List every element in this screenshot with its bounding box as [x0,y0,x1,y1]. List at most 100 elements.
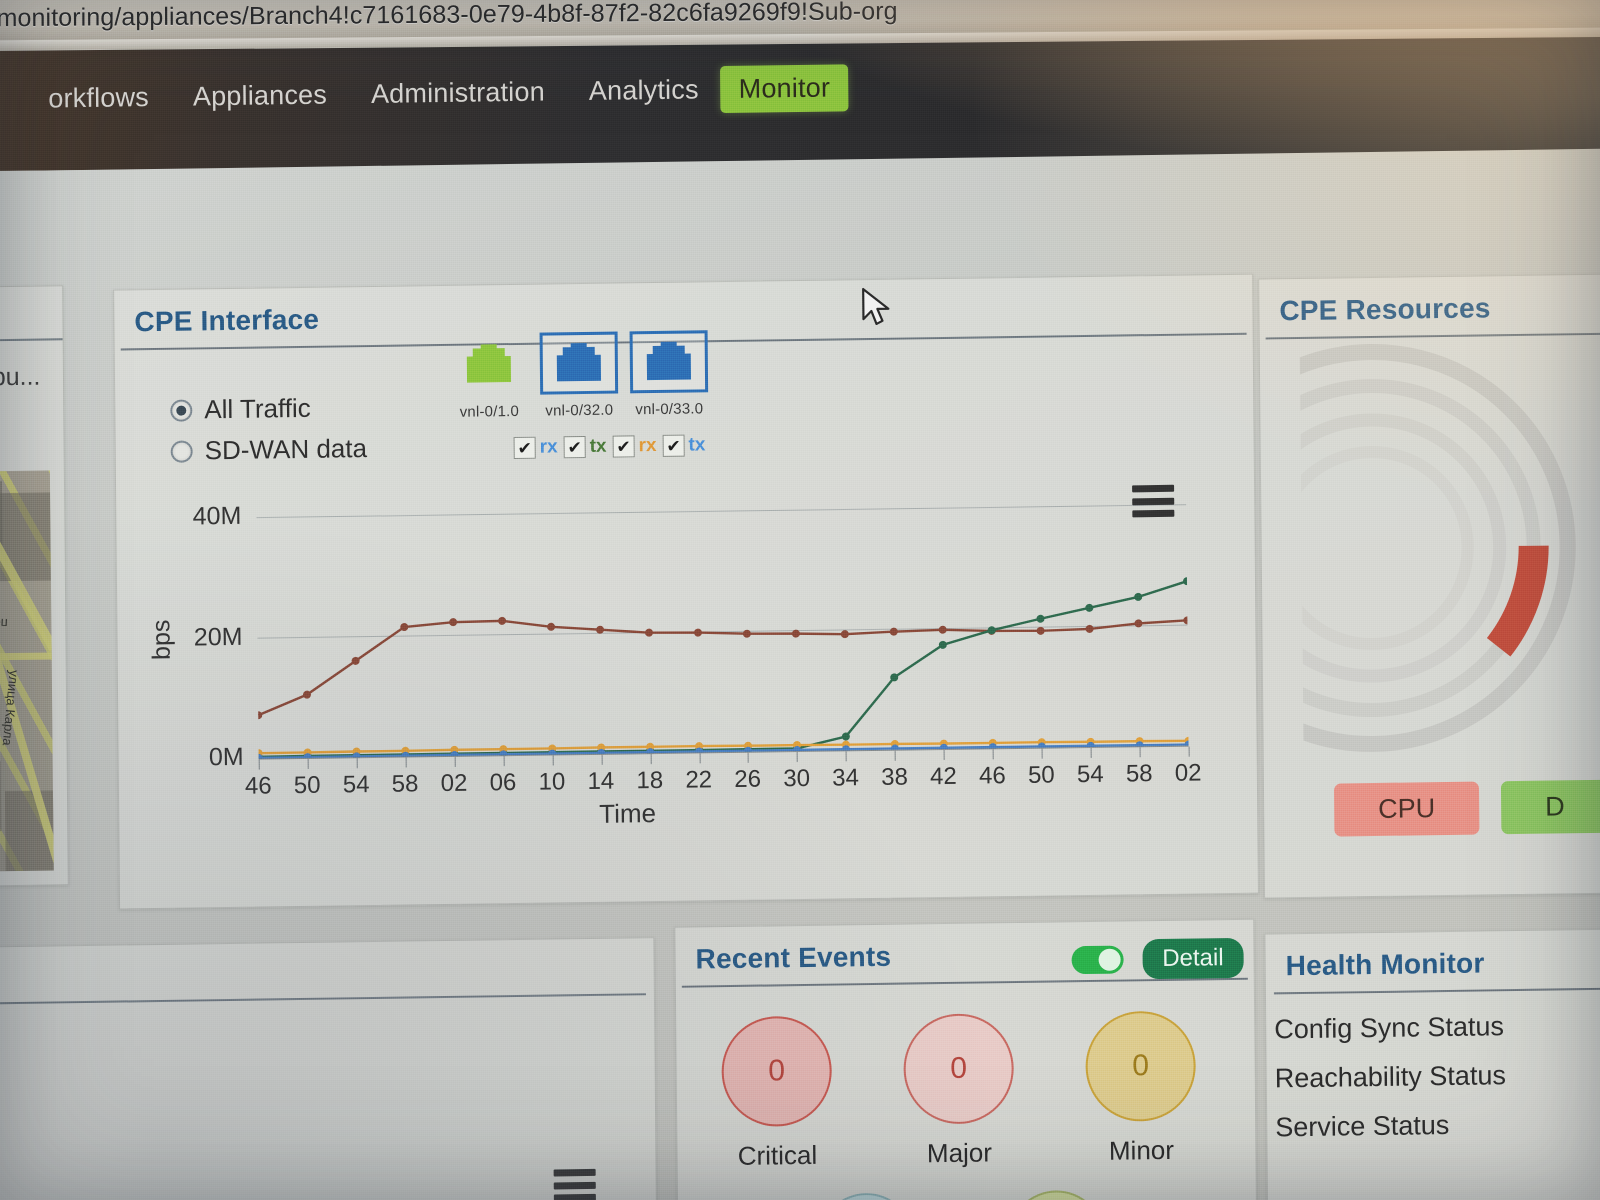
chart-x-tick-label: 42 [929,762,957,791]
nav-items: orkflows Appliances Administration Analy… [26,57,849,128]
radio-all-traffic[interactable]: All Traffic [170,392,367,426]
left-panel-title-area [0,286,63,339]
chart-x-tick-label: 14 [587,767,615,795]
chart-x-tick-mark [601,754,603,765]
radio-all-traffic-indicator[interactable] [170,398,193,422]
radio-all-traffic-label: All Traffic [204,392,311,425]
severity-major[interactable]: 0 Major [888,1013,1029,1170]
chart-x-tick-label: 46 [244,772,272,800]
chart-point [693,628,702,637]
chart-x-axis-label: Time [599,798,657,829]
nav-item-workflows[interactable]: orkflows [26,75,171,120]
nav-item-appliances[interactable]: Appliances [171,73,349,118]
interface-icon-box-3 [629,330,709,394]
interface-traffic-chart: bps 0M 20M 40M 46 50 54 58 02 06 10 14 18 22 26 30 34 3… [147,470,1229,855]
chart-point [302,690,311,699]
recent-events-detail-button[interactable]: Detail [1142,937,1244,980]
chart-x-tick-mark [454,756,456,767]
radio-sdwan-data[interactable]: SD-WAN data [170,433,368,467]
health-item-service-status[interactable]: Service Status [1267,1091,1507,1143]
radio-sdwan-data-indicator[interactable] [170,439,193,463]
mouse-cursor [860,287,894,336]
checkbox-tx-2[interactable]: ✔ [662,434,685,457]
chart-point [400,623,409,632]
bottom-left-panel [0,937,658,1200]
chart-x-tick-mark [552,755,554,766]
chart-x-tick-mark [307,758,309,769]
chart-x-tick-mark [845,751,848,762]
checkbox-rx-2[interactable]: ✔ [612,435,635,458]
severity-minor[interactable]: 0 Minor [1070,1010,1211,1167]
checkbox-tx-2-label: tx [688,434,706,456]
health-monitor-title: Health Monitor [1285,947,1485,982]
checkbox-tx-1[interactable]: ✔ [563,435,586,459]
interface-label-2: vnl-0/32.0 [545,401,614,420]
chart-x-tick-label: 22 [685,766,713,794]
severity-critical-label: Critical [737,1139,818,1171]
chart-point [498,616,507,625]
chart-point [1036,614,1045,623]
bottom-left-menu-hamburger-icon[interactable] [553,1168,596,1200]
toggle-knob [1098,948,1121,971]
chart-point [645,628,654,637]
cpe-resources-panel: CPE Resources CPU D [1167,273,1600,899]
interface-vnl-0-33-0[interactable]: vnl-0/33.0 [629,330,709,419]
chart-point [449,618,458,627]
interface-icon-box-2 [539,331,619,395]
nav-item-monitor[interactable]: Monitor [720,63,849,113]
ethernet-port-icon [556,342,602,382]
chart-point [840,630,849,639]
severity-major-count: 0 [903,1013,1015,1125]
chart-point [1036,626,1045,635]
chart-point [890,673,899,682]
chart-x-tick-mark [405,757,407,768]
severity-critical[interactable]: 0 Critical [706,1015,847,1172]
chart-x-tick-label: 06 [489,768,517,797]
nav-item-administration[interactable]: Administration [349,70,567,116]
interface-vnl-0-1-0[interactable]: vnl-0/1.0 [450,333,529,421]
resource-pills: CPU D [1333,779,1600,837]
bottom-left-panel-divider [0,993,646,1005]
severity-extra-bubble-2[interactable] [1007,1189,1105,1200]
chart-x-tick-label: 38 [881,763,909,791]
checkbox-rx-1[interactable]: ✔ [513,436,536,459]
chart-x-tick-mark [943,750,945,761]
nav-item-analytics[interactable]: Analytics [567,68,721,113]
chart-x-tick-label: 18 [636,766,664,795]
health-item-config-sync-status[interactable]: Config Sync Status [1266,993,1506,1045]
severity-summary: 0 Critical 0 Major 0 Minor [706,1010,1227,1172]
health-monitor-list: Config Sync Status Reachability Status S… [1266,993,1507,1143]
chart-point [938,640,947,649]
checkbox-rx-1-label: rx [539,436,558,458]
chart-x-tick-mark [748,752,750,763]
url-text: /monitoring/appliances/Branch4!c7161683-… [0,0,898,32]
chart-x-tick-mark [797,752,799,763]
chart-y-tick-label: 40M [192,501,242,531]
chart-x-tick-label: 10 [538,768,566,796]
health-item-reachability-status[interactable]: Reachability Status [1266,1042,1506,1094]
resource-pill-cpu[interactable]: CPU [1333,781,1480,837]
chart-x-tick-mark [503,756,505,767]
checkbox-tx-1-label: tx [589,435,607,457]
interface-vnl-0-32-0[interactable]: vnl-0/32.0 [539,331,619,420]
chart-plot-area [254,481,1193,762]
resource-gauge-svg [1167,344,1576,753]
resource-pill-disk[interactable]: D [1500,779,1600,835]
chart-point [351,656,360,665]
cpe-interface-panel: CPE Interface All Traffic SD-WAN data vn… [113,273,1259,910]
chart-point [938,625,947,634]
chart-x-tick-label: 34 [832,764,860,792]
chart-point [254,711,263,720]
chart-x-tick-label: 54 [1076,760,1104,789]
recent-events-toggle[interactable] [1071,945,1124,975]
ethernet-port-icon [646,341,692,381]
severity-minor-count: 0 [1085,1010,1197,1123]
severity-extra-bubble-1[interactable] [817,1192,915,1200]
interface-label-3: vnl-0/33.0 [635,400,704,419]
cpe-resources-title: CPE Resources [1279,292,1491,327]
map-thumbnail[interactable]: ▪▪▪▪ ▪▪▪▪ пос улица Карла ица Толма [0,470,54,872]
health-monitor-panel: Health Monitor Config Sync Status Reacha… [1264,927,1600,1200]
chart-line-1 [258,580,1188,758]
left-panel-truncated-label: rinbu... [0,362,41,392]
chart-x-tick-mark [894,750,897,761]
